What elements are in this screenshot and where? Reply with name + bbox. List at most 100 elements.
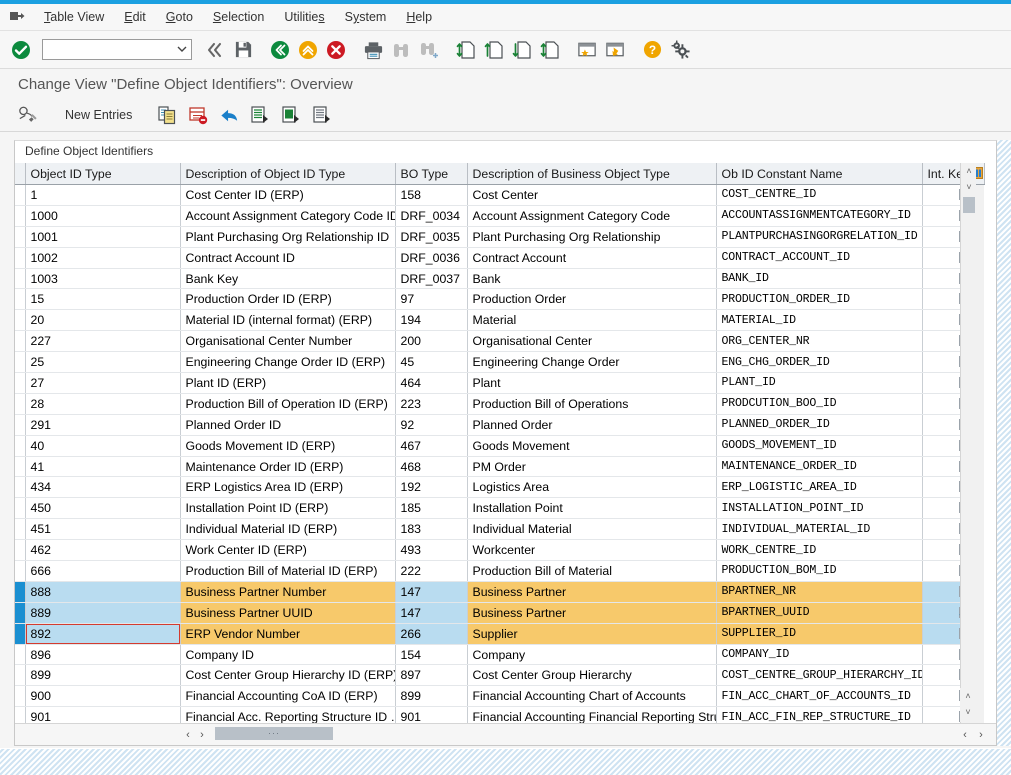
cell-ob-id-constant-name[interactable]: WORK_CENTRE_ID bbox=[716, 539, 923, 562]
cell-desc-object-id-type[interactable]: Account Assignment Category Code ID bbox=[180, 205, 396, 227]
vertical-scrollbar[interactable]: ˄ ˅ bbox=[960, 163, 976, 724]
customize-local-layout-icon[interactable] bbox=[667, 37, 693, 63]
cell-desc-object-id-type[interactable]: Installation Point ID (ERP) bbox=[180, 497, 396, 520]
cell-object-id-type[interactable]: 1003 bbox=[25, 268, 181, 290]
row-selector[interactable] bbox=[15, 539, 26, 562]
cell-object-id-type[interactable]: 1001 bbox=[25, 226, 181, 248]
row-selector[interactable] bbox=[15, 560, 26, 582]
cell-desc-business-object-type[interactable]: Production Order bbox=[467, 288, 717, 311]
scroll-down-button-lower[interactable]: ˅ bbox=[960, 704, 976, 720]
cell-ob-id-constant-name[interactable]: GOODS_MOVEMENT_ID bbox=[716, 435, 923, 457]
cell-bo-type[interactable]: DRF_0034 bbox=[395, 205, 468, 227]
table-row[interactable]: 451 Individual Material ID (ERP) 183 Indivi… bbox=[15, 518, 984, 541]
cell-object-id-type[interactable]: 896 bbox=[25, 644, 181, 666]
cell-ob-id-constant-name[interactable]: PLANT_ID bbox=[716, 372, 923, 394]
cell-desc-object-id-type[interactable]: Production Bill of Operation ID (ERP) bbox=[180, 393, 396, 415]
cell-bo-type[interactable]: DRF_0035 bbox=[395, 226, 468, 248]
table-row[interactable]: 1002 Contract Account ID DRF_0036 Contract … bbox=[15, 247, 984, 269]
row-selector[interactable] bbox=[15, 623, 26, 645]
cell-desc-business-object-type[interactable]: Contract Account bbox=[467, 247, 717, 269]
cell-bo-type[interactable]: 183 bbox=[395, 518, 468, 541]
cell-desc-business-object-type[interactable]: Goods Movement bbox=[467, 435, 717, 457]
cell-object-id-type[interactable]: 15 bbox=[25, 288, 181, 311]
row-selector[interactable] bbox=[15, 476, 26, 499]
cell-desc-object-id-type[interactable]: ERP Vendor Number bbox=[180, 623, 396, 645]
cell-object-id-type[interactable]: 899 bbox=[25, 664, 181, 687]
cell-bo-type[interactable]: 147 bbox=[395, 602, 468, 624]
row-selector[interactable] bbox=[15, 685, 26, 708]
sap-menu-icon[interactable] bbox=[6, 7, 28, 27]
cell-desc-business-object-type[interactable]: Supplier bbox=[467, 623, 717, 645]
row-selector[interactable] bbox=[15, 414, 26, 436]
cell-ob-id-constant-name[interactable]: PRODUCTION_BOM_ID bbox=[716, 560, 923, 582]
find-icon[interactable] bbox=[388, 37, 414, 63]
cell-ob-id-constant-name[interactable]: BPARTNER_UUID bbox=[716, 602, 923, 624]
cancel-icon[interactable] bbox=[323, 37, 349, 63]
table-row[interactable]: 1003 Bank Key DRF_0037 Bank BANK_ID bbox=[15, 268, 984, 290]
cell-ob-id-constant-name[interactable]: INSTALLATION_POINT_ID bbox=[716, 497, 923, 520]
table-row[interactable]: 450 Installation Point ID (ERP) 185 Install… bbox=[15, 497, 984, 520]
select-block-icon[interactable] bbox=[277, 102, 305, 128]
table-row[interactable]: 27 Plant ID (ERP) 464 Plant PLANT_ID bbox=[15, 372, 984, 394]
cell-desc-object-id-type[interactable]: Contract Account ID bbox=[180, 247, 396, 269]
cell-bo-type[interactable]: 192 bbox=[395, 476, 468, 499]
cell-desc-business-object-type[interactable]: Cost Center Group Hierarchy bbox=[467, 664, 717, 687]
cell-desc-object-id-type[interactable]: Organisational Center Number bbox=[180, 330, 396, 353]
cell-ob-id-constant-name[interactable]: ERP_LOGISTIC_AREA_ID bbox=[716, 476, 923, 499]
cell-bo-type[interactable]: 194 bbox=[395, 309, 468, 332]
cell-bo-type[interactable]: 897 bbox=[395, 664, 468, 687]
cell-ob-id-constant-name[interactable]: ORG_CENTER_NR bbox=[716, 330, 923, 353]
menu-item-selection[interactable]: Selection bbox=[203, 8, 274, 26]
cell-ob-id-constant-name[interactable]: COMPANY_ID bbox=[716, 644, 923, 666]
page-scroll-left-button[interactable]: ‹ bbox=[958, 727, 972, 743]
cell-desc-object-id-type[interactable]: Cost Center ID (ERP) bbox=[180, 184, 396, 206]
column-header-ob-id-constant-name[interactable]: Ob ID Constant Name bbox=[716, 163, 923, 185]
select-all-column-header[interactable] bbox=[15, 163, 26, 185]
table-row[interactable]: 25 Engineering Change Order ID (ERP) 45 Eng… bbox=[15, 351, 984, 374]
create-shortcut-icon[interactable] bbox=[602, 37, 628, 63]
cell-bo-type[interactable]: 154 bbox=[395, 644, 468, 666]
cell-object-id-type[interactable]: 25 bbox=[25, 351, 181, 374]
cell-bo-type[interactable]: 222 bbox=[395, 560, 468, 582]
cell-desc-object-id-type[interactable]: Maintenance Order ID (ERP) bbox=[180, 456, 396, 478]
cell-desc-business-object-type[interactable]: Bank bbox=[467, 268, 717, 290]
cell-desc-object-id-type[interactable]: Plant Purchasing Org Relationship ID bbox=[180, 226, 396, 248]
cell-object-id-type[interactable]: 227 bbox=[25, 330, 181, 353]
cell-desc-business-object-type[interactable]: Business Partner bbox=[467, 602, 717, 624]
cell-desc-business-object-type[interactable]: Planned Order bbox=[467, 414, 717, 436]
cell-ob-id-constant-name[interactable]: BPARTNER_NR bbox=[716, 581, 923, 603]
menu-item-help[interactable]: Help bbox=[396, 8, 442, 26]
column-header-desc-business-object-type[interactable]: Description of Business Object Type bbox=[467, 163, 717, 185]
row-selector[interactable] bbox=[15, 602, 26, 624]
cell-object-id-type[interactable]: 40 bbox=[25, 435, 181, 457]
enter-check-icon[interactable] bbox=[8, 37, 34, 63]
cell-bo-type[interactable]: 266 bbox=[395, 623, 468, 645]
cell-ob-id-constant-name[interactable]: BANK_ID bbox=[716, 268, 923, 290]
row-selector[interactable] bbox=[15, 184, 26, 206]
chevron-down-icon[interactable] bbox=[177, 44, 187, 54]
table-row[interactable]: 889 Business Partner UUID 147 Business Part… bbox=[15, 602, 984, 624]
row-selector[interactable] bbox=[15, 268, 26, 290]
cell-desc-object-id-type[interactable]: Individual Material ID (ERP) bbox=[180, 518, 396, 541]
display-change-icon[interactable] bbox=[14, 102, 42, 128]
cell-ob-id-constant-name[interactable]: PLANNED_ORDER_ID bbox=[716, 414, 923, 436]
cell-object-id-type[interactable]: 888 bbox=[25, 581, 181, 603]
previous-page-icon[interactable] bbox=[481, 37, 507, 63]
cell-object-id-type[interactable]: 20 bbox=[25, 309, 181, 332]
row-selector[interactable] bbox=[15, 205, 26, 227]
last-page-icon[interactable] bbox=[537, 37, 563, 63]
cell-object-id-type[interactable]: 462 bbox=[25, 539, 181, 562]
exit-up-icon[interactable] bbox=[295, 37, 321, 63]
row-selector[interactable] bbox=[15, 309, 26, 332]
cell-bo-type[interactable]: 200 bbox=[395, 330, 468, 353]
column-header-desc-object-id-type[interactable]: Description of Object ID Type bbox=[180, 163, 396, 185]
cell-desc-object-id-type[interactable]: Bank Key bbox=[180, 268, 396, 290]
cell-object-id-type[interactable]: 28 bbox=[25, 393, 181, 415]
cell-object-id-type[interactable]: 27 bbox=[25, 372, 181, 394]
select-all-icon[interactable] bbox=[246, 102, 274, 128]
help-icon[interactable]: ? bbox=[639, 37, 665, 63]
new-entries-button[interactable]: New Entries bbox=[53, 105, 144, 125]
cell-desc-object-id-type[interactable]: Material ID (internal format) (ERP) bbox=[180, 309, 396, 332]
cell-bo-type[interactable]: 185 bbox=[395, 497, 468, 520]
row-selector[interactable] bbox=[15, 435, 26, 457]
